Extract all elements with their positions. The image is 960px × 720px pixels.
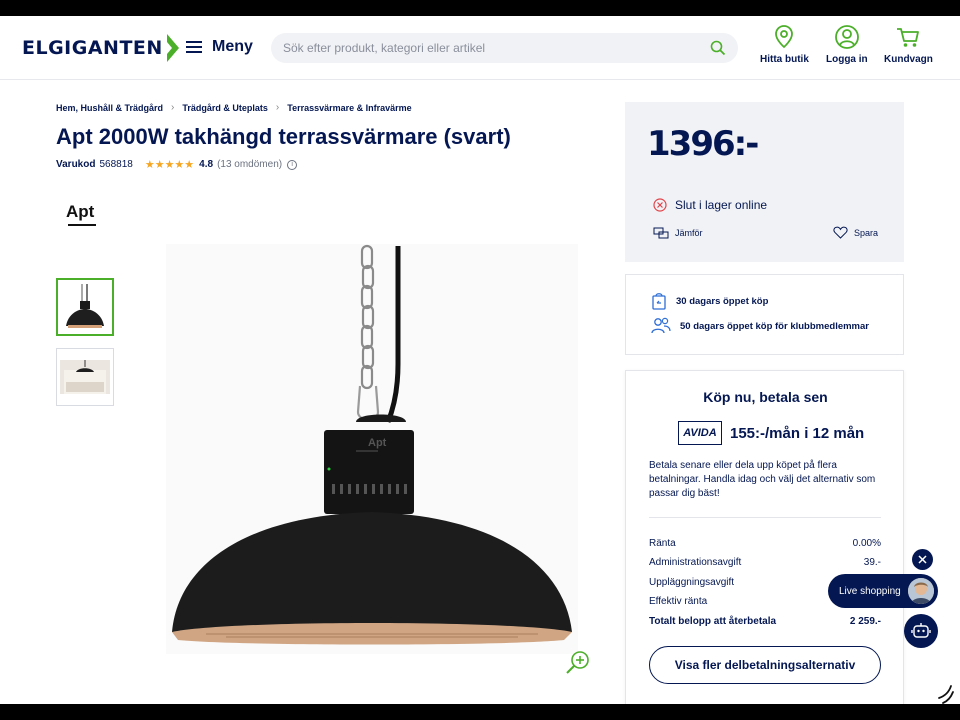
save-label: Spara: [854, 227, 879, 238]
lamp-thumbnail-image: [66, 284, 104, 328]
cart-label: Kundvagn: [884, 54, 933, 65]
menu-label: Meny: [212, 38, 253, 55]
financing-row-admin-fee: Administrationsavgift 39.-: [649, 557, 881, 568]
members-icon: [651, 317, 671, 334]
perk-item: 30 dagars öppet köp: [650, 291, 768, 311]
breadcrumb-item[interactable]: Terrassvärmare & Infravärme: [287, 103, 411, 113]
bottom-bar: [0, 704, 960, 720]
host-avatar-image: [908, 578, 934, 604]
brand-underline: [68, 224, 96, 226]
row-value: 0.00%: [852, 538, 881, 549]
menu-button[interactable]: Meny: [186, 38, 253, 56]
product-meta: Varukod 568818 ★★★★★ 4.8 (13 omdömen) i: [56, 158, 298, 171]
brand-logo[interactable]: Apt: [66, 202, 96, 226]
row-value: 39.-: [863, 557, 881, 568]
heart-icon: [833, 226, 848, 239]
hamburger-icon: [186, 41, 202, 53]
cart-icon: [897, 28, 920, 47]
financing-title: Köp nu, betala sen: [703, 389, 828, 405]
logo-text: ELGIGANTEN: [22, 37, 163, 59]
return-bag-icon: [652, 293, 666, 310]
chatbot-button[interactable]: [904, 614, 938, 648]
financing-offer: AVIDA 155:-/mån i 12 mån: [678, 421, 864, 445]
heater-lamp-illustration: Apt: [172, 244, 572, 645]
compare-label: Jämför: [675, 228, 703, 238]
login-label: Logga in: [826, 54, 868, 65]
financing-row-interest: Ränta 0.00%: [649, 538, 881, 549]
financing-description: Betala senare eller dela upp köpet på fl…: [649, 460, 876, 499]
perk-label: 30 dagars öppet köp: [676, 295, 769, 307]
logo-chevron-icon: [166, 34, 179, 62]
product-image[interactable]: Apt: [166, 244, 578, 654]
sku-label: Varukod: [56, 159, 96, 170]
row-label: Administrationsavgift: [649, 557, 742, 568]
perk-item: 50 dagars öppet köp för klubbmedlemmar: [650, 317, 869, 335]
row-label: Ränta: [649, 538, 676, 549]
perk-label: 50 dagars öppet köp för klubbmedlemmar: [680, 320, 869, 332]
sku-value: 568818: [99, 159, 133, 170]
login-button[interactable]: Logga in: [826, 24, 868, 65]
lamp-brand-mark: Apt: [368, 437, 387, 449]
monthly-payment: 155:-/mån i 12 mån: [730, 424, 865, 442]
breadcrumb-item[interactable]: Hem, Hushåll & Trädgård: [56, 103, 163, 113]
rating-value: 4.8: [199, 159, 214, 170]
brand-name: Apt: [66, 202, 95, 221]
robot-icon: [911, 623, 931, 638]
save-button[interactable]: Spara: [833, 226, 878, 239]
search-bar: [271, 33, 738, 63]
location-pin-icon: [775, 25, 794, 49]
zoom-button[interactable]: [565, 649, 591, 680]
financing-row-total: Totalt belopp att återbetala 2 259.-: [649, 616, 881, 627]
review-count[interactable]: (13 omdömen): [217, 159, 282, 170]
search-icon[interactable]: [710, 40, 726, 56]
price: 1396:-: [647, 124, 759, 164]
page-title: Apt 2000W takhängd terrassvärmare (svart…: [56, 124, 511, 149]
price-panel: 1396:- Slut i lager online Jämför Spara: [625, 102, 904, 262]
zoom-in-icon: [566, 651, 589, 674]
stock-status-label: Slut i lager online: [675, 198, 768, 212]
avatar: [908, 578, 934, 604]
thumbnail-2[interactable]: [56, 348, 114, 406]
chevron-right-icon: ›: [275, 102, 280, 113]
compare-button[interactable]: Jämför: [653, 226, 703, 240]
user-icon: [834, 25, 859, 49]
search-input[interactable]: [283, 41, 710, 55]
avida-logo: AVIDA: [678, 421, 722, 445]
breadcrumb: Hem, Hushåll & Trädgård › Trädgård & Ute…: [56, 102, 412, 113]
perks-panel: 30 dagars öppet köp 50 dagars öppet köp …: [625, 274, 904, 355]
row-label: Totalt belopp att återbetala: [649, 616, 777, 627]
logo[interactable]: ELGIGANTEN: [22, 32, 181, 64]
out-of-stock-icon: [653, 198, 667, 212]
find-store-label: Hitta butik: [760, 54, 809, 65]
live-shopping-button[interactable]: Live shopping: [828, 574, 938, 608]
row-label: Effektiv ränta: [649, 596, 708, 607]
divider: [649, 517, 881, 518]
row-label: Uppläggningsavgift: [649, 577, 735, 588]
cart-button[interactable]: Kundvagn: [884, 24, 933, 65]
lifestyle-thumbnail-image: [60, 360, 110, 394]
breadcrumb-item[interactable]: Trädgård & Uteplats: [182, 103, 268, 113]
row-value: 2 259.-: [849, 616, 881, 627]
close-icon: [918, 555, 927, 564]
stock-status: Slut i lager online: [653, 198, 767, 212]
thumbnail-1[interactable]: [56, 278, 114, 336]
close-live-shopping-button[interactable]: [912, 549, 933, 570]
more-payment-options-button[interactable]: Visa fler delbetalningsalternativ: [649, 646, 881, 684]
chevron-right-icon: ›: [171, 102, 175, 113]
find-store-button[interactable]: Hitta butik: [760, 24, 809, 65]
compare-icon: [653, 227, 669, 239]
rating-stars[interactable]: ★★★★★: [145, 158, 194, 171]
live-shopping-label: Live shopping: [839, 585, 901, 597]
top-bar: [0, 0, 960, 16]
site-header: ELGIGANTEN Meny Hitta butik L: [0, 16, 960, 80]
financing-panel: Köp nu, betala sen AVIDA 155:-/mån i 12 …: [625, 370, 904, 715]
info-icon[interactable]: i: [287, 159, 298, 170]
